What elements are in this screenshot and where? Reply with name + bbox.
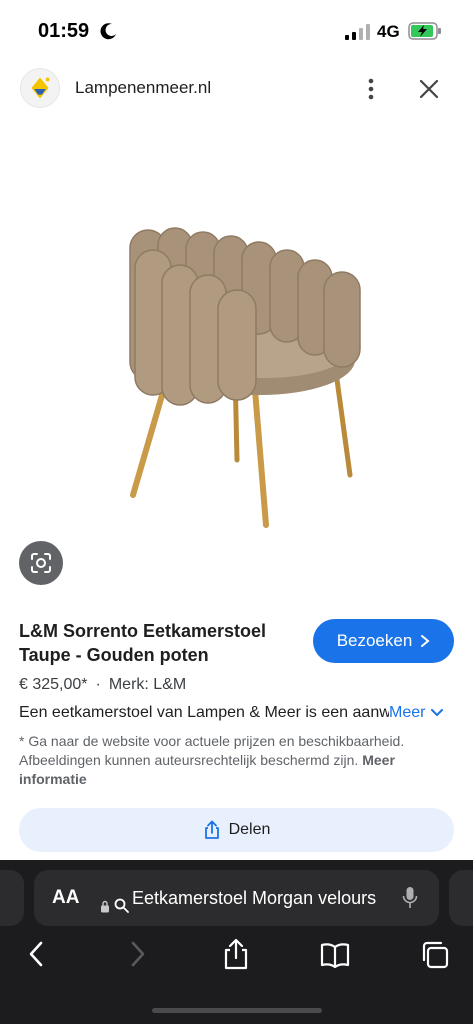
search-icon (114, 898, 129, 913)
share-label: Delen (228, 821, 271, 838)
address-text[interactable]: Eetkamerstoel Morgan velours (132, 888, 384, 909)
lens-icon (31, 553, 51, 573)
site-name: Lampenenmeer.nl (75, 78, 212, 97)
bookmarks-icon[interactable] (320, 938, 350, 970)
lock-icon (101, 900, 109, 913)
home-indicator (152, 1008, 322, 1013)
chevron-down-icon (431, 709, 444, 717)
lens-search-button[interactable] (19, 541, 63, 585)
price-brand-line: € 325,00* · Merk: L&M (19, 676, 186, 694)
browser-bar: AA Eetkamerstoel Morgan velours (0, 860, 473, 1024)
visit-button-label: Bezoeken (336, 631, 413, 650)
more-link-label: Meer (389, 704, 426, 721)
brand: Merk: L&M (108, 676, 187, 693)
browser-toolbar (0, 938, 473, 978)
sheet-header: Lampenenmeer.nl (0, 64, 473, 114)
share-button[interactable]: Delen (19, 808, 454, 852)
lamp-logo-icon (31, 77, 50, 99)
status-bar: 01:59 4G (0, 0, 473, 62)
product-description: Een eetkamerstoel van Lampen & Meer is e… (19, 704, 389, 721)
next-tab-peek[interactable] (449, 870, 473, 926)
previous-tab-peek[interactable] (0, 870, 24, 926)
microphone-icon[interactable] (402, 886, 418, 910)
address-bar[interactable]: AA Eetkamerstoel Morgan velours (34, 870, 439, 926)
forward-icon[interactable] (122, 938, 152, 970)
price: € 325,00* (19, 676, 88, 693)
more-vertical-icon[interactable] (358, 76, 384, 102)
reader-settings-button[interactable]: AA (52, 887, 79, 909)
battery-charging-icon (408, 22, 441, 40)
close-icon[interactable] (416, 76, 442, 102)
network-label: 4G (377, 22, 400, 41)
moon-icon (100, 23, 116, 40)
tabs-icon[interactable] (420, 938, 450, 970)
visit-button[interactable]: Bezoeken (313, 619, 454, 663)
chair-image[interactable] (100, 210, 380, 540)
status-time: 01:59 (38, 20, 90, 42)
back-icon[interactable] (22, 938, 52, 970)
chevron-right-icon (421, 635, 430, 647)
share-icon (204, 820, 219, 839)
meta-separator: · (95, 676, 101, 693)
site-logo-icon (20, 68, 60, 108)
disclaimer: * Ga naar de website voor actuele prijze… (19, 732, 419, 789)
disclaimer-text: * Ga naar de website voor actuele prijze… (19, 733, 405, 768)
product-title: L&M Sorrento Eetkamerstoel Taupe - Goude… (19, 621, 267, 665)
share-sheet-icon[interactable] (221, 938, 251, 970)
more-link[interactable]: Meer (389, 704, 444, 722)
signal-icon (345, 24, 370, 40)
